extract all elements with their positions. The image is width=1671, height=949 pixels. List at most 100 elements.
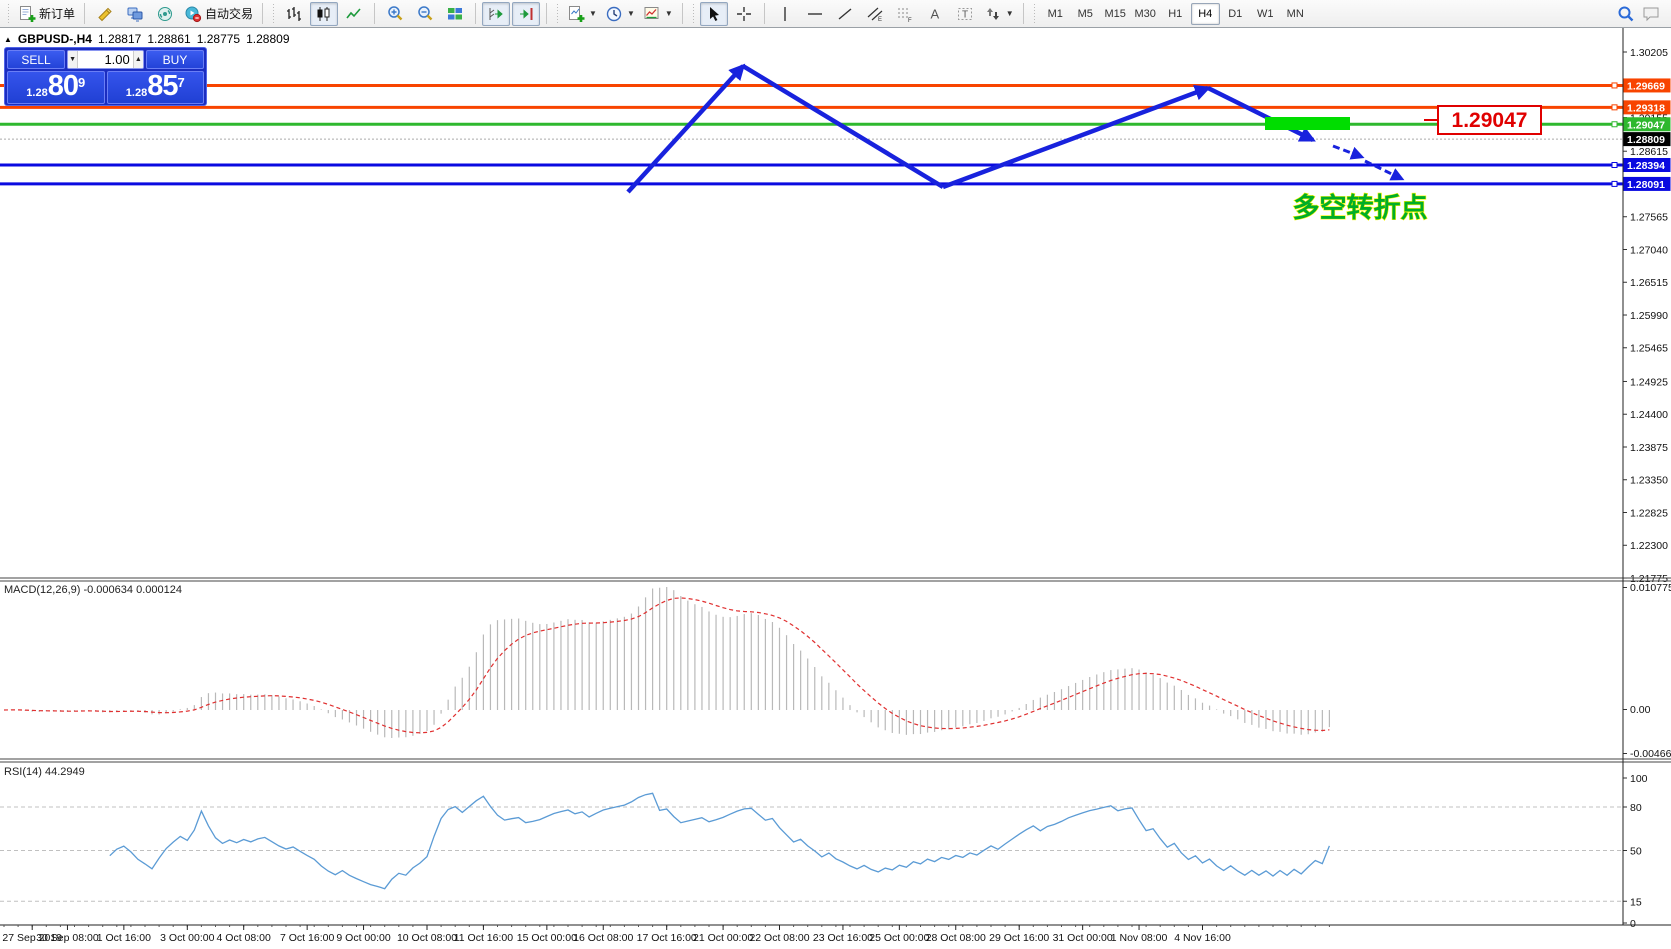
chart-candles-button[interactable]: [310, 1, 339, 26]
toolbar-separator: [374, 3, 376, 24]
timeframe-d1-button[interactable]: D1: [1221, 3, 1250, 25]
text-button[interactable]: A: [921, 2, 949, 26]
toolbar-separator: [84, 3, 86, 24]
timeframe-m15-button[interactable]: M15: [1101, 3, 1130, 25]
svg-text:1.26515: 1.26515: [1630, 277, 1668, 289]
fibonacci-icon: F: [897, 8, 912, 23]
channel-button[interactable]: E: [861, 2, 889, 26]
svg-text:17 Oct 16:00: 17 Oct 16:00: [637, 932, 697, 944]
sell-price[interactable]: 1.28 80 9: [7, 71, 105, 104]
metaeditor-icon: [98, 7, 112, 21]
toolbar-separator: [262, 3, 264, 24]
green-highlight-box[interactable]: [1265, 117, 1350, 130]
svg-text:1 Nov 08:00: 1 Nov 08:00: [1111, 932, 1168, 944]
market-watch-button[interactable]: [121, 2, 149, 26]
chart-shift-button[interactable]: [512, 1, 541, 26]
timeframe-w1-button[interactable]: W1: [1251, 3, 1280, 25]
periods-button[interactable]: ▼: [602, 2, 638, 26]
cn-annotation-text[interactable]: 多空转折点: [1292, 191, 1428, 223]
auto-scroll-button[interactable]: [482, 1, 511, 26]
autotrading-button[interactable]: 自动交易: [181, 2, 256, 26]
volume-decrease-button[interactable]: ▼: [68, 51, 79, 68]
svg-text:23 Oct 16:00: 23 Oct 16:00: [813, 932, 873, 944]
chart-bars-button[interactable]: [280, 2, 308, 26]
timeframe-h1-button[interactable]: H1: [1161, 3, 1190, 25]
zoom-out-button[interactable]: [411, 2, 439, 26]
toolbar-grip[interactable]: [690, 3, 696, 24]
volume-control: ▼ ▲: [67, 50, 144, 69]
zoom-in-icon: [388, 5, 403, 20]
arrows-button[interactable]: ▼: [981, 2, 1017, 26]
svg-text:E: E: [878, 17, 882, 23]
cursor-button[interactable]: [699, 1, 728, 26]
tile-windows-button[interactable]: [441, 2, 469, 26]
timeframe-h4-button[interactable]: H4: [1190, 2, 1220, 25]
indicators-button[interactable]: ▼: [564, 2, 600, 26]
toolbar-separator: [763, 3, 765, 24]
buy-price-frac: 1.28: [125, 87, 148, 99]
svg-text:28 Oct 08:00: 28 Oct 08:00: [926, 932, 986, 944]
svg-text:1.23350: 1.23350: [1630, 475, 1668, 487]
chart-line-button[interactable]: [340, 2, 368, 26]
toolbar-grip[interactable]: [6, 3, 11, 24]
svg-text:1.24925: 1.24925: [1630, 376, 1668, 388]
crosshair-icon: [736, 6, 751, 21]
vertical-line-button[interactable]: [771, 2, 799, 26]
sell-button[interactable]: SELL: [7, 50, 65, 69]
buy-button[interactable]: BUY: [146, 50, 204, 69]
toolbar-separator: [475, 3, 477, 24]
periods-caret: ▼: [626, 9, 635, 18]
timeframe-m1-button[interactable]: M1: [1041, 3, 1070, 25]
svg-text:4 Oct 08:00: 4 Oct 08:00: [217, 932, 271, 944]
buy-price-big: 85: [147, 70, 178, 102]
timeframe-m30-button[interactable]: M30: [1131, 3, 1160, 25]
label-icon: T: [957, 7, 972, 20]
toolbar-grip[interactable]: [271, 3, 277, 24]
signals-button[interactable]: [151, 2, 179, 26]
trendline-button[interactable]: [831, 2, 859, 26]
svg-text:1.25990: 1.25990: [1630, 310, 1668, 322]
svg-text:0.00: 0.00: [1630, 704, 1651, 716]
signals-icon: [158, 6, 173, 21]
svg-text:F: F: [908, 18, 912, 23]
svg-text:11 Oct 16:00: 11 Oct 16:00: [454, 932, 514, 944]
horizontal-line-button[interactable]: [801, 2, 829, 26]
zoom-in-button[interactable]: [381, 2, 409, 26]
chat-icon[interactable]: [1641, 5, 1661, 23]
indicators-caret: ▼: [589, 9, 597, 18]
quote-line: ▲ GBPUSD-,H4 1.28817 1.28861 1.28775 1.2…: [4, 32, 290, 46]
templates-button[interactable]: ▼: [640, 2, 676, 26]
volume-input[interactable]: [78, 51, 133, 68]
one-click-collapse-icon[interactable]: ▲: [4, 35, 12, 44]
crosshair-button[interactable]: [730, 2, 758, 26]
price-chart[interactable]: 1.29047 多空转折点 MACD(12,26,9) -0.000634 0.00…: [0, 28, 1671, 949]
toolbar-grip[interactable]: [1031, 3, 1037, 24]
svg-text:1.29669: 1.29669: [1627, 80, 1665, 92]
tile-windows-icon: [448, 7, 463, 19]
metaeditor-button[interactable]: [91, 2, 119, 26]
label-button[interactable]: T: [951, 2, 979, 26]
fibonacci-button[interactable]: F: [891, 2, 919, 26]
horizontal-line-icon: [807, 12, 822, 15]
svg-text:1.22300: 1.22300: [1630, 540, 1668, 552]
auto-scroll-icon: [489, 7, 503, 20]
timeframe-mn-button[interactable]: MN: [1281, 3, 1310, 25]
autotrading-icon: [185, 6, 202, 22]
svg-text:0: 0: [1630, 918, 1636, 930]
svg-text:1.21775: 1.21775: [1630, 573, 1668, 585]
svg-text:1.27565: 1.27565: [1630, 212, 1668, 224]
volume-increase-button[interactable]: ▲: [132, 51, 143, 68]
text-icon: A: [930, 6, 939, 21]
chart-window: 1.29047 多空转折点 MACD(12,26,9) -0.000634 0.00…: [0, 28, 1671, 949]
toolbar-separator: [546, 3, 548, 24]
buy-price[interactable]: 1.28 85 7: [106, 70, 204, 104]
quote-close: 1.28809: [246, 32, 290, 46]
symbol-period: GBPUSD-,H4: [17, 32, 92, 46]
sell-price-pip: 9: [77, 75, 86, 90]
indicators-icon: [569, 5, 585, 22]
timeframe-m5-button[interactable]: M5: [1071, 3, 1100, 25]
search-icon[interactable]: [1617, 5, 1635, 23]
new-order-button[interactable]: 新订单: [15, 2, 78, 26]
toolbar-grip[interactable]: [555, 3, 561, 24]
svg-text:1.27040: 1.27040: [1630, 244, 1668, 256]
